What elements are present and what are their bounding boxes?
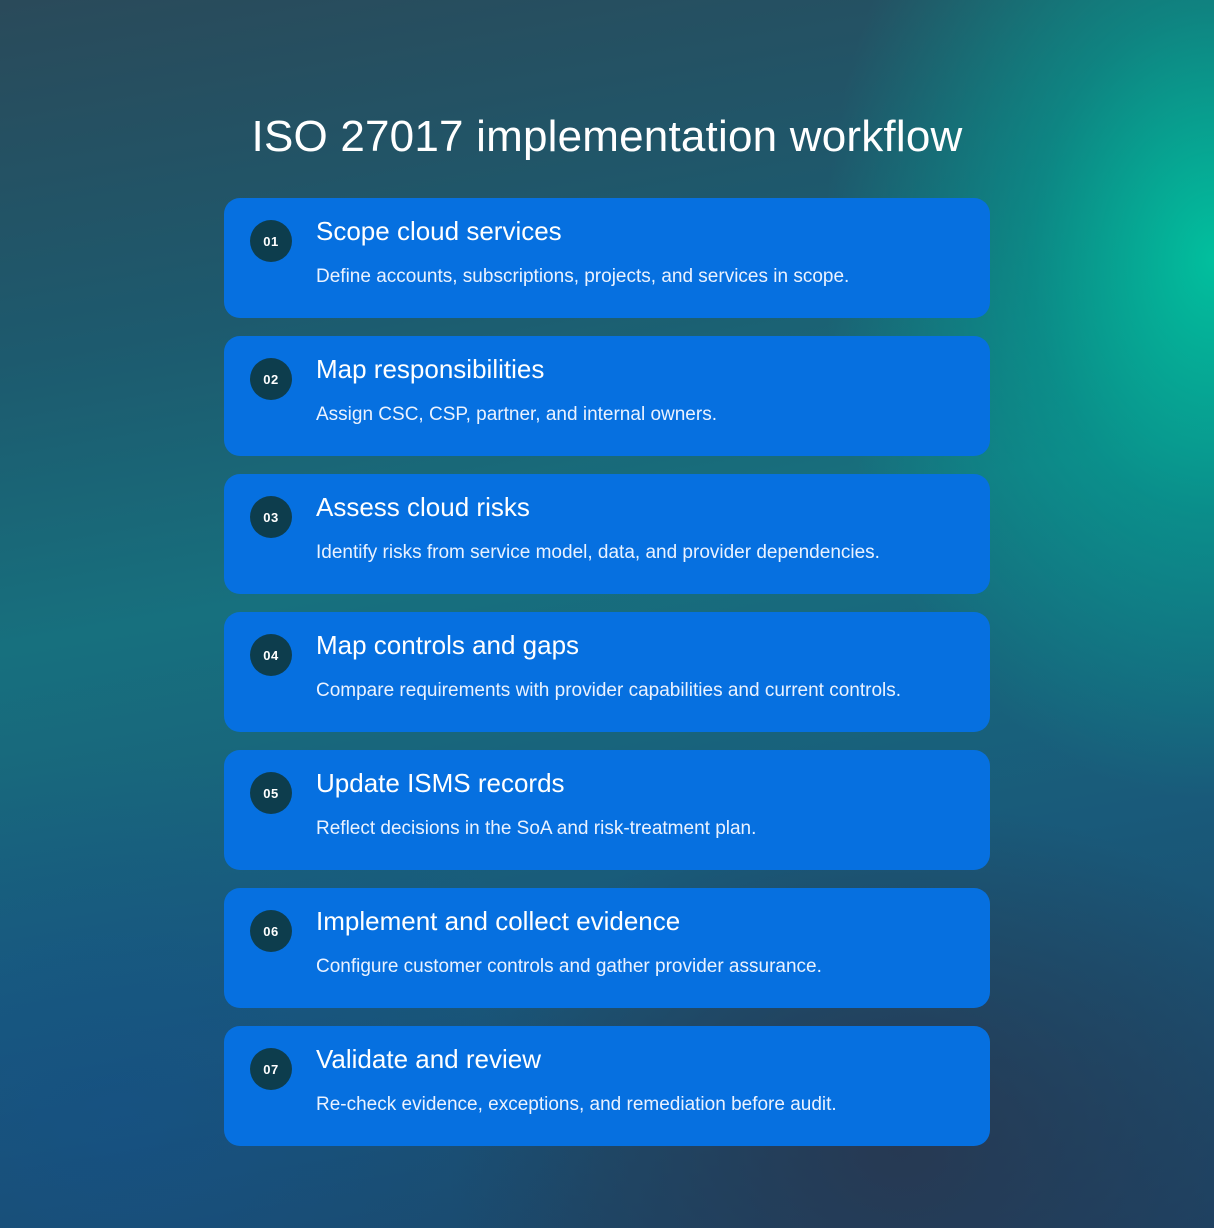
step-description: Compare requirements with provider capab… <box>316 680 902 701</box>
workflow-step-card: 06 Implement and collect evidence Config… <box>224 888 990 1008</box>
step-title: Implement and collect evidence <box>316 906 681 936</box>
step-description: Configure customer controls and gather p… <box>316 956 822 977</box>
workflow-step-card: 02 Map responsibilities Assign CSC, CSP,… <box>224 336 990 456</box>
step-title: Scope cloud services <box>316 216 562 246</box>
step-title: Map responsibilities <box>316 354 545 384</box>
step-number-badge: 03 <box>250 496 292 538</box>
step-description: Reflect decisions in the SoA and risk-tr… <box>316 818 757 839</box>
step-description: Re-check evidence, exceptions, and remed… <box>316 1094 837 1115</box>
step-number-badge: 04 <box>250 634 292 676</box>
step-number-badge: 05 <box>250 772 292 814</box>
step-number-badge: 06 <box>250 910 292 952</box>
step-description: Define accounts, subscriptions, projects… <box>316 266 850 287</box>
step-title: Update ISMS records <box>316 768 565 798</box>
step-description: Identify risks from service model, data,… <box>316 542 880 563</box>
step-description: Assign CSC, CSP, partner, and internal o… <box>316 404 717 425</box>
step-title: Validate and review <box>316 1044 541 1074</box>
step-title: Map controls and gaps <box>316 630 580 660</box>
workflow-step-card: 04 Map controls and gaps Compare require… <box>224 612 990 732</box>
workflow-step-card: 07 Validate and review Re-check evidence… <box>224 1026 990 1146</box>
step-number-badge: 02 <box>250 358 292 400</box>
workflow-step-card: 05 Update ISMS records Reflect decisions… <box>224 750 990 870</box>
step-title: Assess cloud risks <box>316 492 530 522</box>
step-number-badge: 01 <box>250 220 292 262</box>
workflow-step-card: 03 Assess cloud risks Identify risks fro… <box>224 474 990 594</box>
workflow-steps: 01 Scope cloud services Define accounts,… <box>224 198 990 1146</box>
page-title: ISO 27017 implementation workflow <box>251 112 963 162</box>
step-number-badge: 07 <box>250 1048 292 1090</box>
workflow-step-card: 01 Scope cloud services Define accounts,… <box>224 198 990 318</box>
